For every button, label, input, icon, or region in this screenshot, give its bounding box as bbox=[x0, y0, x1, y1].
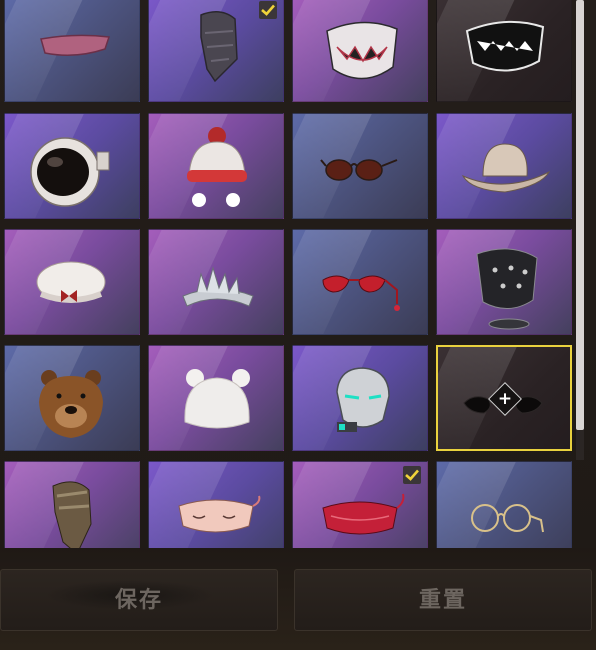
scrollbar-thumb[interactable] bbox=[576, 0, 584, 430]
item-slot-bear_beanie[interactable] bbox=[148, 345, 284, 451]
item-slot-empty[interactable]: + bbox=[436, 345, 572, 451]
item-slot-tiara[interactable] bbox=[148, 229, 284, 335]
save-button-label: 保存 bbox=[114, 588, 163, 613]
item-slot-spike_mask[interactable] bbox=[436, 229, 572, 335]
item-slot-beanie[interactable] bbox=[148, 113, 284, 219]
item-slot-astronaut[interactable] bbox=[4, 113, 140, 219]
item-slot-visor[interactable] bbox=[4, 0, 140, 102]
item-slot-cowboy[interactable] bbox=[436, 113, 572, 219]
item-slot-scarf[interactable] bbox=[148, 0, 284, 102]
reset-button[interactable]: 重置 bbox=[294, 569, 592, 631]
item-slot-robot[interactable] bbox=[292, 345, 428, 451]
save-button[interactable]: 保存 bbox=[0, 569, 278, 631]
item-slot-sunglasses[interactable] bbox=[292, 113, 428, 219]
inventory-grid: + bbox=[0, 0, 596, 567]
item-slot-beret[interactable] bbox=[4, 229, 140, 335]
reset-button-label: 重置 bbox=[418, 588, 467, 613]
item-slot-black_mask[interactable] bbox=[436, 0, 572, 102]
checkmark-icon bbox=[403, 466, 421, 484]
item-slot-red_glasses[interactable] bbox=[292, 229, 428, 335]
item-slot-teeth_mask[interactable] bbox=[292, 0, 428, 102]
item-slot-bear[interactable] bbox=[4, 345, 140, 451]
checkmark-icon bbox=[259, 1, 277, 19]
